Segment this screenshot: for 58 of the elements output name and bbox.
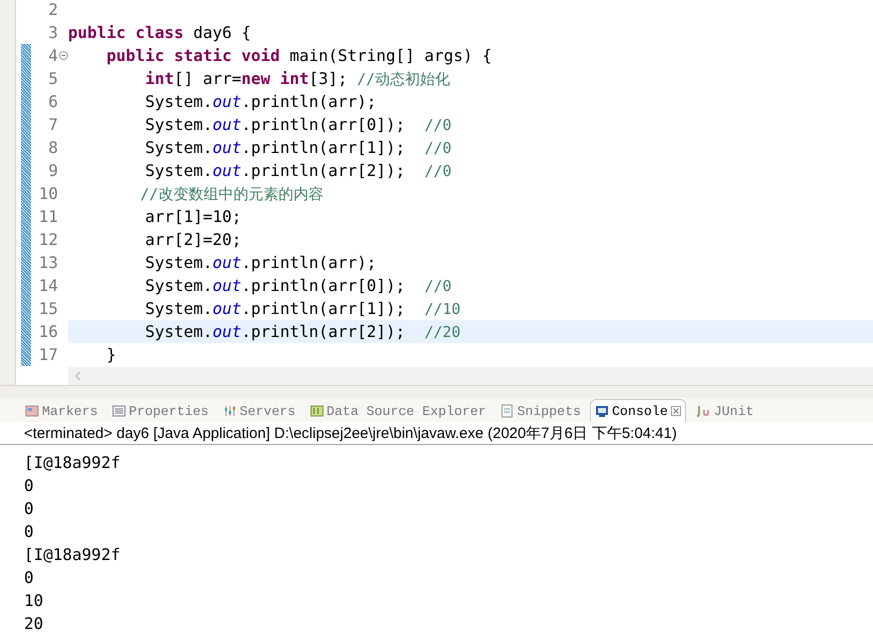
view-tab[interactable]: JUnit <box>690 399 759 422</box>
line-number: 15 <box>38 299 58 318</box>
console-output-line: [I@18a992f <box>24 452 120 474</box>
close-icon[interactable] <box>670 406 681 416</box>
scroll-left-icon[interactable] <box>74 371 82 381</box>
line-number: 14 <box>38 276 58 295</box>
console-output-line: 10 <box>24 590 44 612</box>
code-line: System.out.println(arr[2]); //20 <box>144 322 461 341</box>
code-line: } <box>106 345 116 364</box>
code-line: public static void main(String[] args) { <box>106 46 492 65</box>
line-number: 6 <box>47 92 58 111</box>
line-number: 12 <box>38 230 58 249</box>
code-line: System.out.println(arr[0]); //0 <box>144 276 452 295</box>
servers-icon <box>222 404 237 418</box>
list-icon <box>112 404 126 418</box>
console-output-line: 0 <box>24 521 34 543</box>
line-number: 13 <box>38 253 58 272</box>
view-tab[interactable]: Markers <box>20 399 103 422</box>
line-number: 7 <box>47 115 58 134</box>
code-line: //改变数组中的元素的内容 <box>139 184 324 204</box>
code-line: arr[1]=10; <box>144 207 242 226</box>
code-line: System.out.println(arr[2]); //0 <box>144 161 452 180</box>
line-number: 3 <box>47 23 58 42</box>
snippets-icon <box>500 404 514 418</box>
line-number: 2 <box>47 0 58 19</box>
code-line: System.out.println(arr[1]); //10 <box>144 299 461 318</box>
console-icon <box>594 404 609 418</box>
code-line: int[] arr=new int[3]; //动态初始化 <box>144 68 450 88</box>
code-line: System.out.println(arr); <box>144 253 376 272</box>
line-number: 10 <box>38 184 58 203</box>
junit-icon <box>694 404 711 418</box>
console-output-line: 0 <box>24 475 34 497</box>
markers-icon <box>25 404 39 418</box>
line-number: 8 <box>47 138 58 157</box>
line-number: 16 <box>38 322 58 341</box>
line-number: 4 <box>47 46 58 65</box>
console-output-line: [I@18a992f <box>24 544 120 566</box>
view-tab[interactable]: Properties <box>106 399 214 422</box>
console-output-line: 20 <box>24 613 44 635</box>
console-output-line: 0 <box>24 498 34 520</box>
database-icon <box>310 404 324 418</box>
line-number: 9 <box>47 161 58 180</box>
code-line: arr[2]=20; <box>144 230 242 249</box>
code-line: public class day6 { <box>68 23 252 42</box>
console-status: <terminated> day6 [Java Application] D:\eclipsej2ee\jre\bin\javaw.exe (2020年7月6日 下午5:04:41) <box>24 424 677 442</box>
line-number: 17 <box>38 345 58 364</box>
view-tab[interactable]: Snippets <box>495 399 586 422</box>
collapse-icon[interactable] <box>58 51 68 60</box>
view-tab[interactable]: Console <box>590 399 686 422</box>
view-tab[interactable]: Data Source Explorer <box>304 399 492 422</box>
code-line: System.out.println(arr[1]); //0 <box>144 138 452 157</box>
view-tab[interactable]: Servers <box>218 399 301 422</box>
horizontal-scrollbar[interactable] <box>68 367 873 385</box>
console-output-line: 0 <box>24 567 34 589</box>
code-line: System.out.println(arr[0]); //0 <box>144 115 452 134</box>
line-number: 5 <box>47 69 58 88</box>
code-line: System.out.println(arr); <box>144 92 376 111</box>
line-number: 11 <box>38 207 58 226</box>
